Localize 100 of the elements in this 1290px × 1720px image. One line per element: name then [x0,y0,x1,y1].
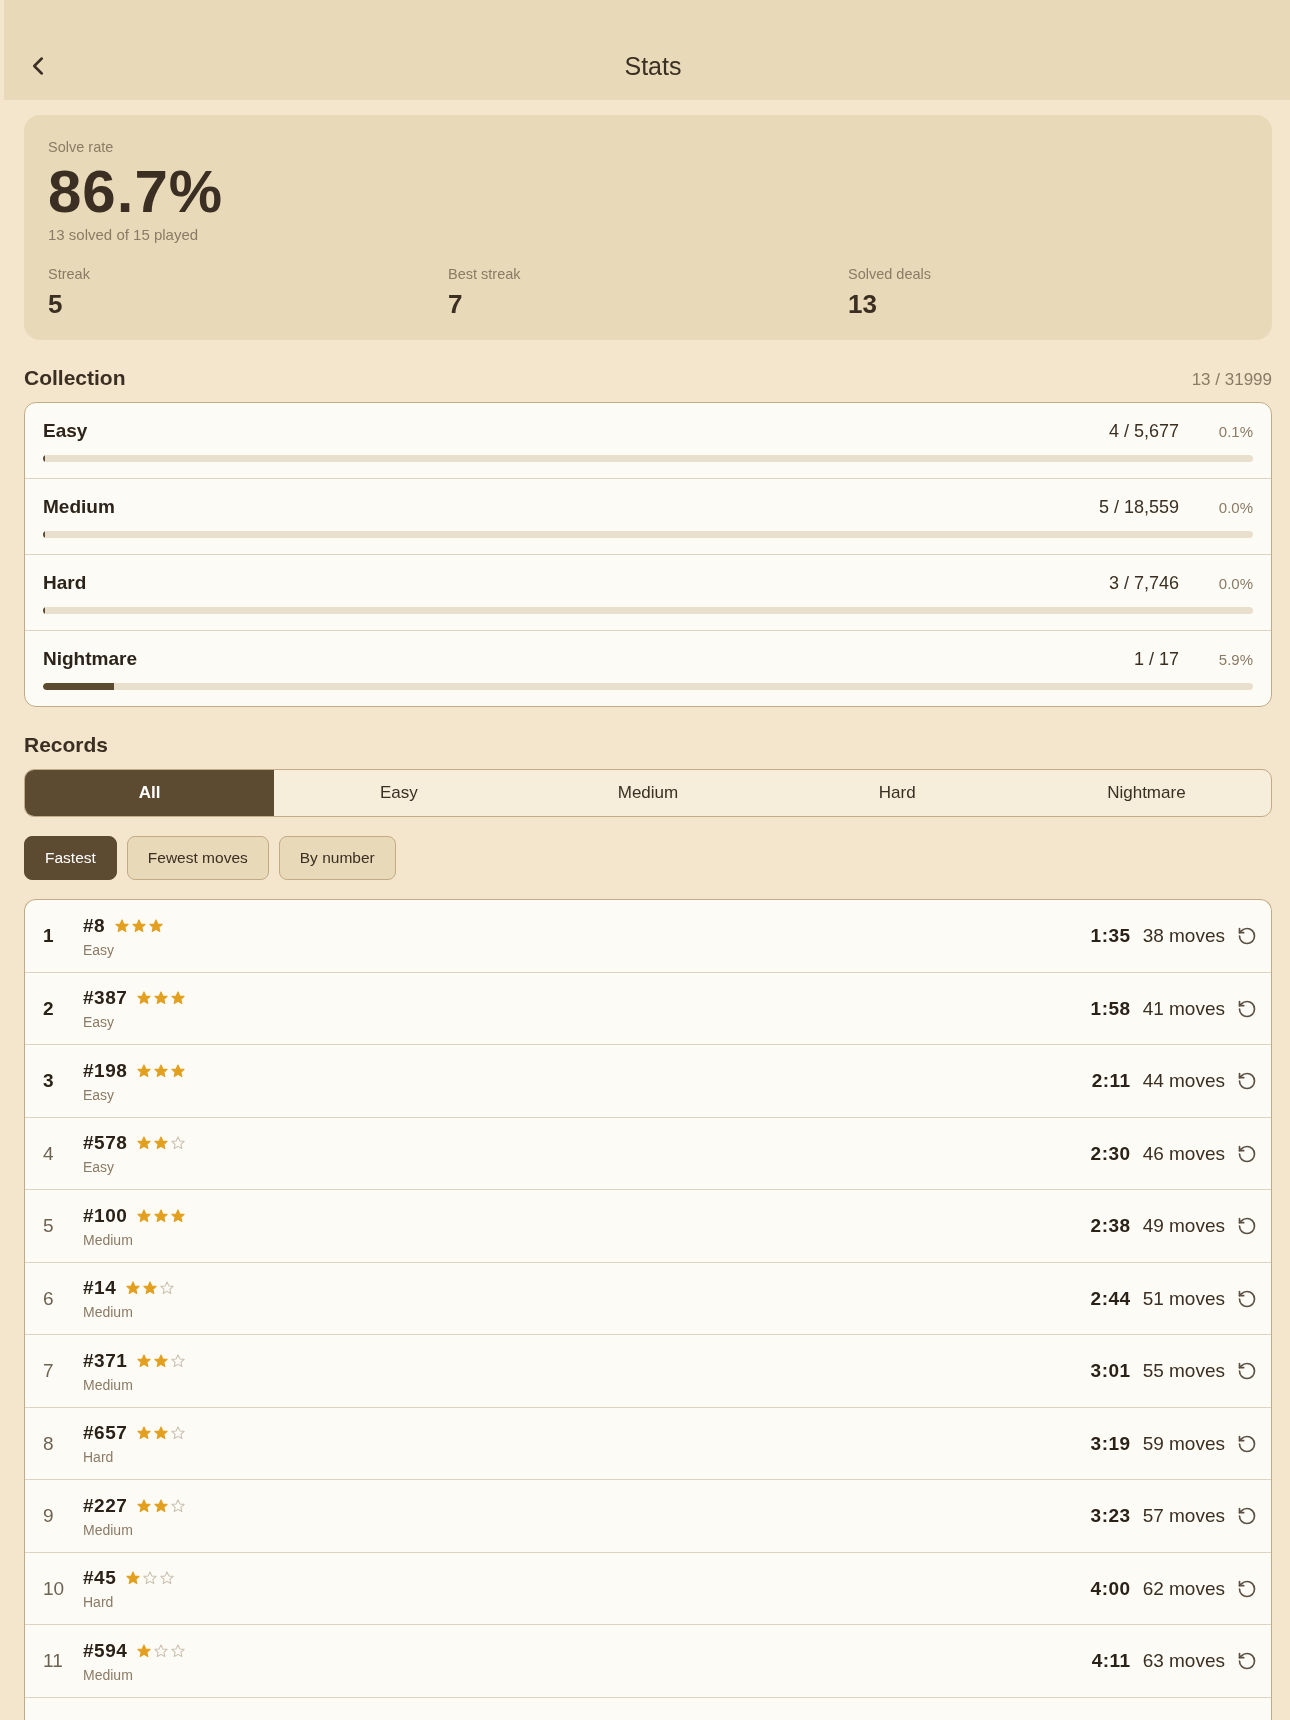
solve-rate-label: Solve rate [48,139,115,157]
rank-number: 10 [43,1577,66,1600]
star-icon [149,918,164,933]
empty-star-icon [154,1643,169,1658]
difficulty-tab[interactable]: Nightmare [1021,770,1271,817]
replay-icon [1237,1578,1257,1599]
replay-icon [1237,998,1257,1019]
empty-star-icon [143,1571,158,1586]
sort-chip[interactable]: Fewest moves [126,836,269,881]
page-title: Stats [623,51,683,81]
star-icon [137,1063,152,1078]
move-count: 57 moves [1142,1505,1225,1528]
star-icon [154,1353,169,1368]
solve-time: 3:23 [1090,1505,1131,1528]
deal-number: #594 [83,1639,128,1662]
replay-icon [1237,1433,1257,1454]
star-icon [143,1281,158,1296]
solve-time: 2:38 [1090,1215,1131,1238]
solved-percent: 0.0% [1217,574,1253,592]
rank-number: 5 [43,1215,55,1238]
solved-percent: 0.1% [1217,422,1253,440]
empty-star-icon [171,1498,186,1513]
empty-star-icon [171,1136,186,1151]
star-icon [154,1136,169,1151]
star-icon [154,1426,169,1441]
difficulty-tab[interactable]: Hard [772,770,1022,817]
rank-number: 8 [43,1432,55,1455]
solve-time: 2:44 [1090,1287,1131,1310]
difficulty-name: Hard [43,572,88,595]
star-icon [154,991,169,1006]
replay-icon [1237,1071,1257,1092]
difficulty-tab[interactable]: Medium [523,770,773,817]
rank-number: 4 [43,1142,55,1165]
move-count: 49 moves [1142,1215,1225,1238]
star-icon [126,1571,141,1586]
difficulty-tab[interactable]: All [25,770,275,817]
solved-count: 3 / 7,746 [1108,572,1179,594]
deal-difficulty: Easy [83,941,116,958]
deal-number: #100 [83,1204,128,1227]
deal-number: #45 [83,1567,117,1590]
deal-number: #227 [83,1494,128,1517]
deal-number: #14 [83,1277,117,1300]
stat-label: Streak [48,266,91,284]
star-icon [137,1208,152,1223]
empty-star-icon [171,1643,186,1658]
replay-icon [1237,1361,1257,1382]
deal-difficulty: Easy [83,1014,116,1031]
stat-label: Solved deals [848,266,933,284]
empty-star-icon [160,1281,175,1296]
empty-star-icon [160,1571,175,1586]
section-title: Collection [24,366,126,391]
star-icon [171,991,186,1006]
replay-icon [1237,926,1257,947]
empty-star-icon [171,1353,186,1368]
rank-number: 11 [43,1650,64,1673]
stat-value: 7 [448,289,464,319]
rank-number: 2 [43,997,55,1020]
solve-time: 1:35 [1090,925,1131,948]
star-icon [137,991,152,1006]
rank-number: 3 [43,1070,55,1093]
move-count: 46 moves [1142,1142,1225,1165]
deal-difficulty: Medium [83,1304,134,1321]
solve-time: 3:01 [1090,1360,1131,1383]
solve-rate-caption: 13 solved of 15 played [48,226,200,245]
sort-chip[interactable]: By number [278,836,396,881]
star-icon [115,918,130,933]
section-title: Records [24,733,109,758]
deal-difficulty: Medium [83,1376,134,1393]
collection-total: 13 / 31999 [1191,370,1272,391]
deal-difficulty: Easy [83,1086,116,1103]
rank-number: 7 [43,1360,55,1383]
move-count: 51 moves [1142,1287,1225,1310]
star-icon [137,1498,152,1513]
deal-number: #657 [83,1422,128,1445]
move-count: 41 moves [1142,997,1225,1020]
star-icon [132,918,147,933]
star-icon [137,1643,152,1658]
deal-difficulty: Medium [83,1666,134,1683]
deal-number: #8 [83,914,106,937]
stat-value: 13 [848,289,878,319]
star-icon [171,1208,186,1223]
rank-number: 9 [43,1505,55,1528]
move-count: 59 moves [1142,1432,1225,1455]
star-icon [126,1281,141,1296]
replay-icon [1237,1216,1257,1237]
solve-time: 1:58 [1090,997,1131,1020]
sort-chip[interactable]: Fastest [24,836,117,881]
difficulty-tab[interactable]: Easy [274,770,524,817]
solve-time: 3:19 [1090,1432,1131,1455]
solve-time: 2:30 [1090,1142,1131,1165]
solve-time: 4:11 [1091,1650,1131,1673]
star-icon [154,1208,169,1223]
move-count: 38 moves [1142,925,1225,948]
star-icon [137,1136,152,1151]
difficulty-name: Easy [43,420,89,443]
solved-count: 5 / 18,559 [1098,496,1179,518]
deal-difficulty: Medium [83,1521,134,1538]
stat-label: Best streak [448,266,522,284]
star-icon [154,1498,169,1513]
star-icon [154,1063,169,1078]
